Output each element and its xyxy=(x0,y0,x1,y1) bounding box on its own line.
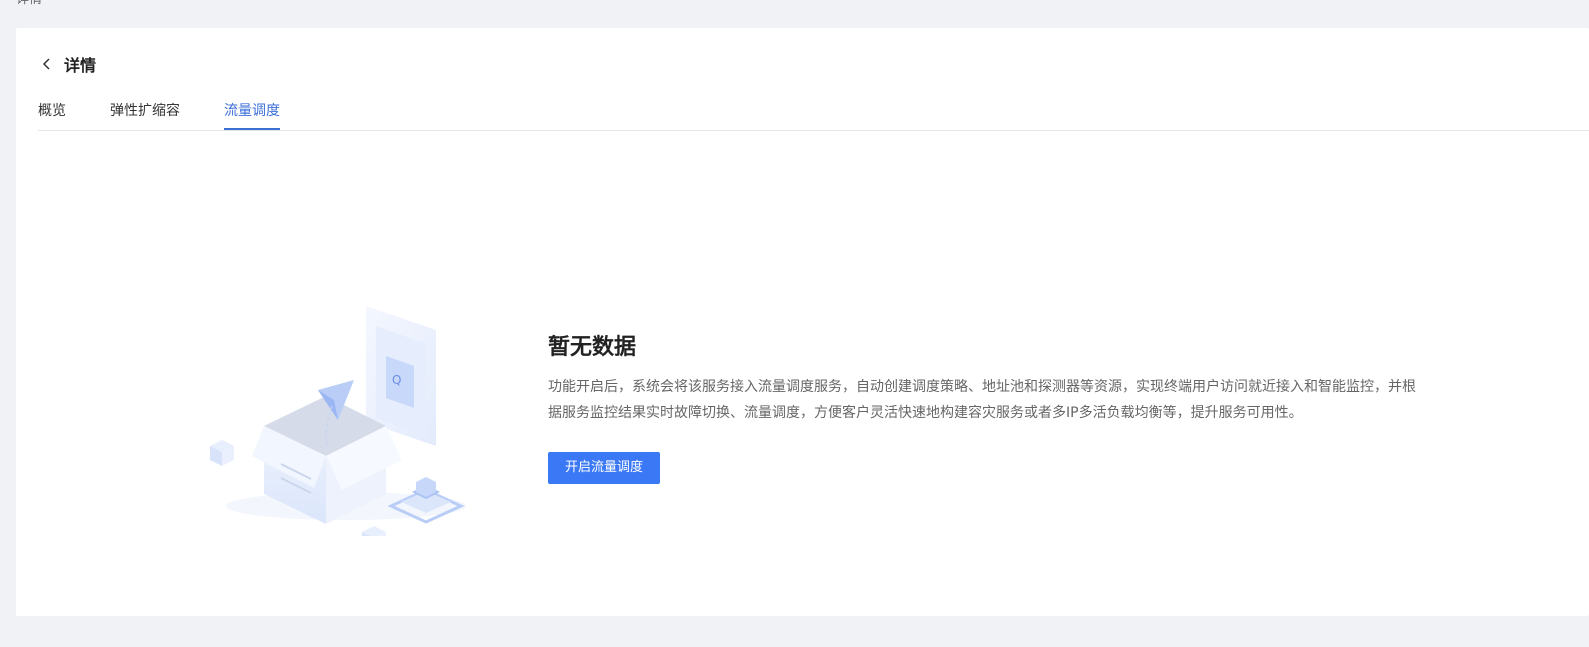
svg-text:Q: Q xyxy=(392,373,401,387)
empty-description: 功能开启后，系统会将该服务接入流量调度服务，自动创建调度策略、地址池和探测器等资… xyxy=(548,379,1416,421)
detail-card: 详情 概览 弹性扩缩容 流量调度 Q 暂无数据 功能开启后，系统会将该服务接入流… xyxy=(16,28,1589,616)
empty-state: 暂无数据 功能开启后，系统会将该服务接入流量调度服务，自动创建调度策略、地址池和… xyxy=(548,332,1428,484)
tab-bar: 概览 弹性扩缩容 流量调度 xyxy=(38,98,1589,131)
page-title: 详情 xyxy=(64,56,97,75)
enable-traffic-scheduling-button[interactable]: 开启流量调度 xyxy=(548,452,661,484)
chevron-left-icon[interactable] xyxy=(38,55,56,73)
breadcrumb: 详情 xyxy=(16,0,42,10)
breadcrumb-text: 详情 xyxy=(16,0,42,7)
empty-title: 暂无数据 xyxy=(548,335,637,360)
tab-autoscaling[interactable]: 弹性扩缩容 xyxy=(110,98,180,129)
page-header: 详情 xyxy=(38,50,96,78)
empty-illustration: Q xyxy=(186,296,486,550)
tab-traffic-scheduling[interactable]: 流量调度 xyxy=(224,98,280,130)
tab-overview[interactable]: 概览 xyxy=(38,98,66,129)
